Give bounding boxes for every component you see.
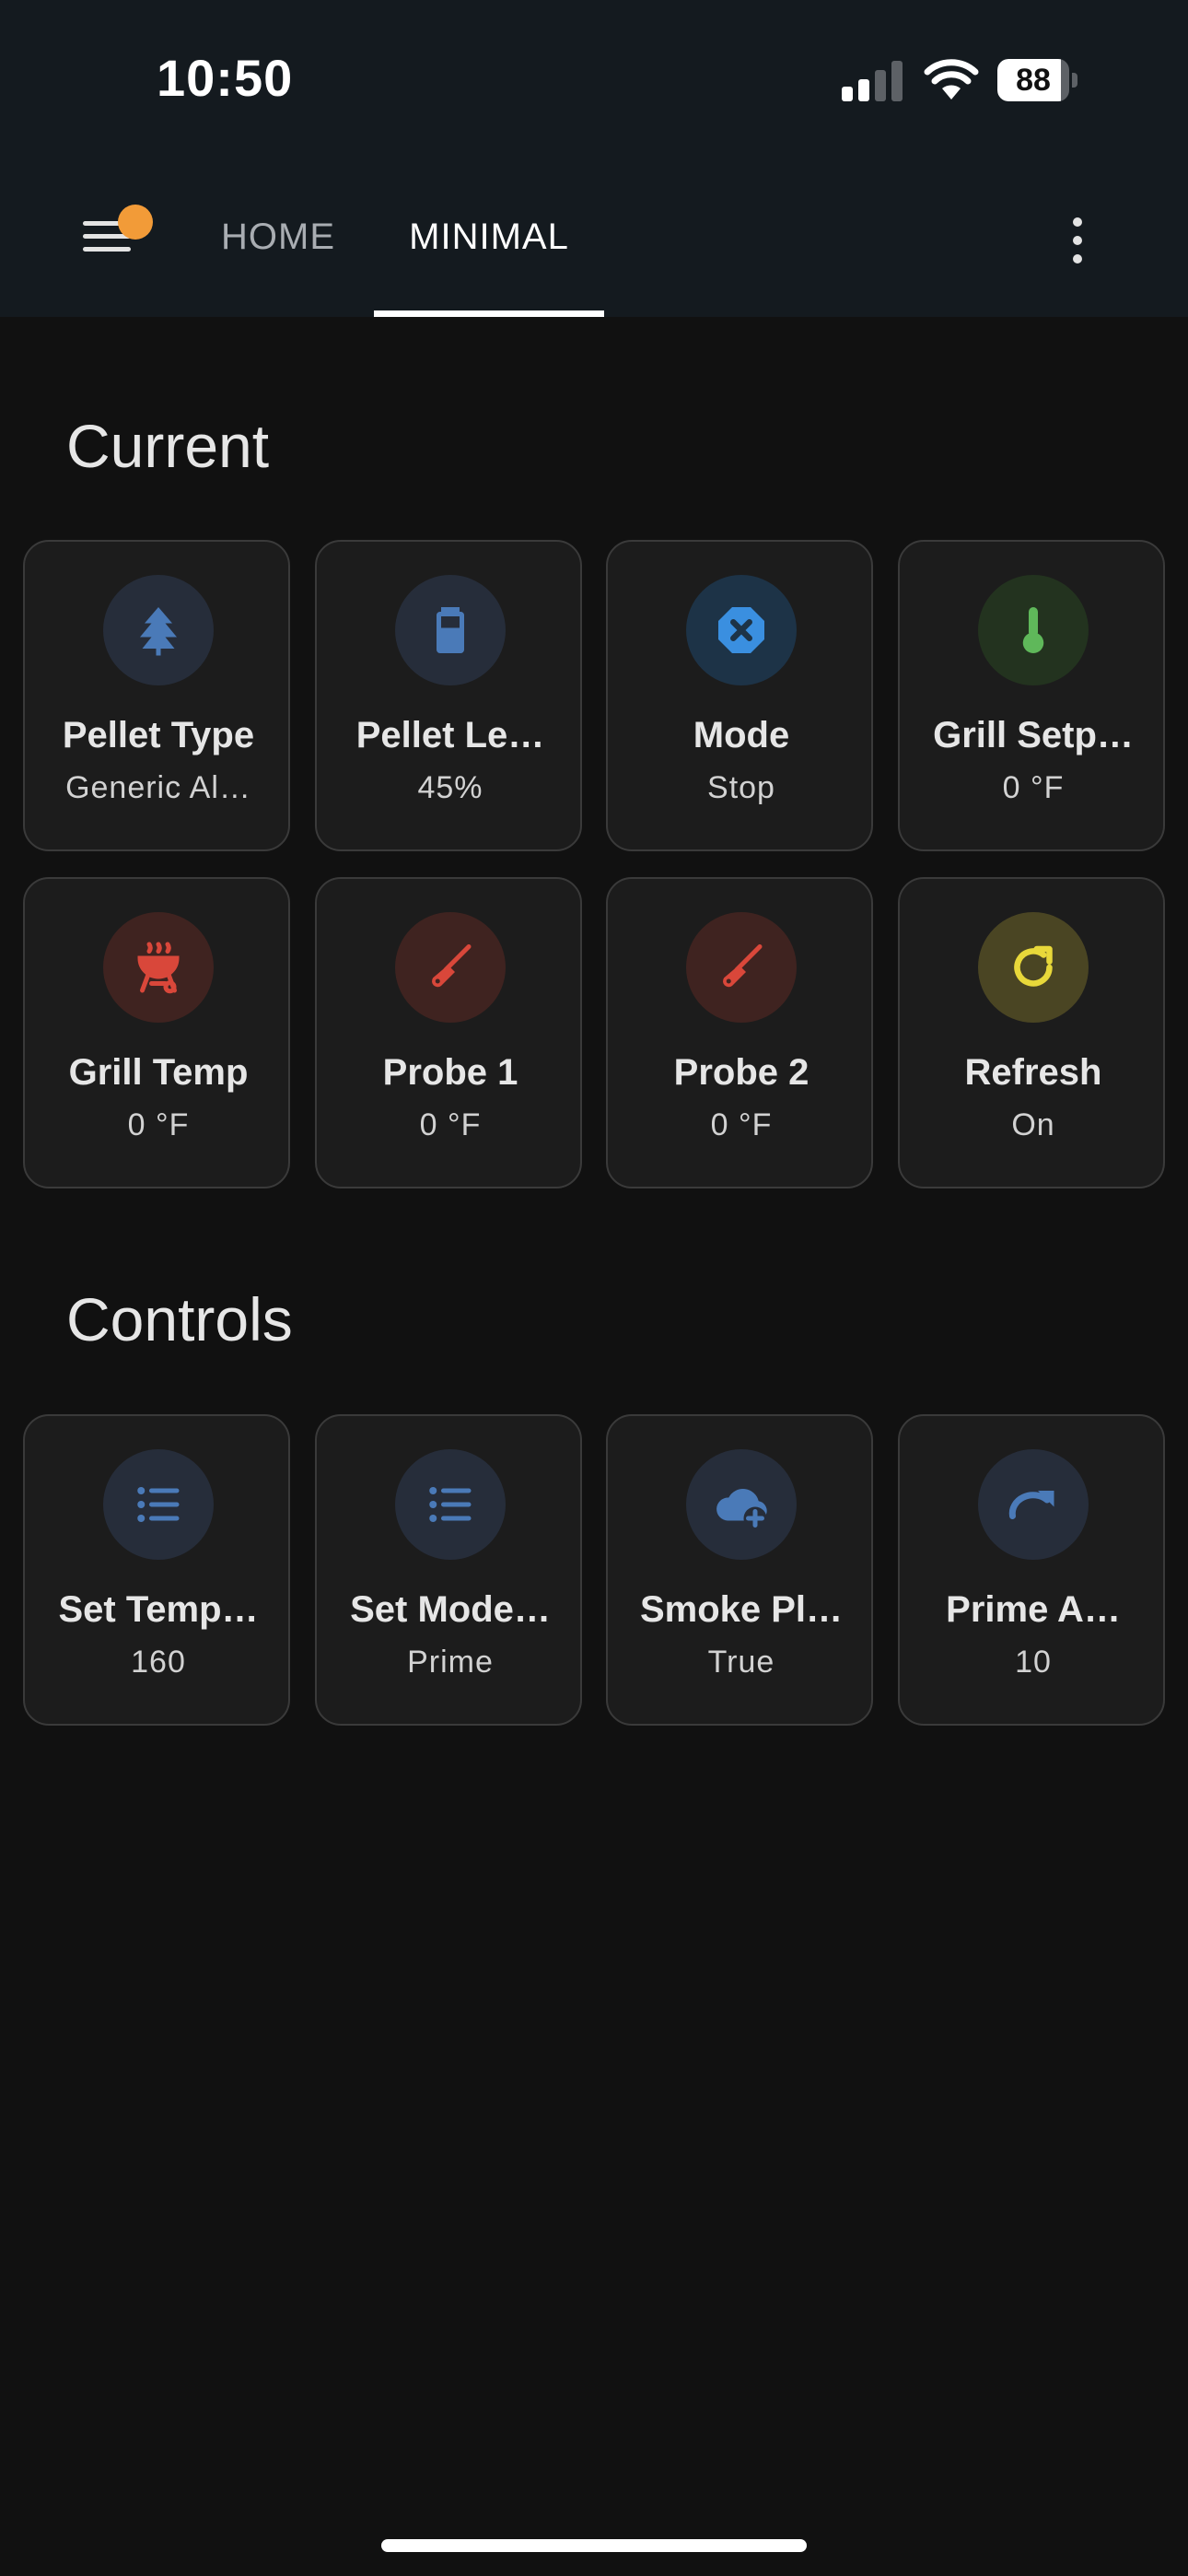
card-value: True: [707, 1645, 775, 1680]
wifi-icon: [924, 59, 979, 100]
cloud-plus-icon: [686, 1449, 797, 1560]
card-value: 45%: [417, 770, 483, 805]
card-name: Set Temp…: [58, 1589, 259, 1630]
card-value: 10: [1015, 1645, 1052, 1680]
menu-button[interactable]: [83, 205, 157, 267]
home-indicator: [381, 2539, 807, 2552]
pine-tree-icon: [103, 575, 214, 685]
card-name: Set Mode…: [350, 1589, 551, 1630]
more-options-button[interactable]: [1068, 217, 1087, 263]
more-vert-icon: [1073, 217, 1082, 227]
card-value: 0 °F: [710, 1107, 773, 1142]
card-value: On: [1011, 1107, 1055, 1142]
list-icon: [103, 1449, 214, 1560]
probe-icon: [686, 912, 797, 1023]
status-bar: 10:50 88: [0, 0, 1188, 157]
close-octagon-icon: [686, 575, 797, 685]
tab-minimal[interactable]: MINIMAL: [374, 157, 604, 317]
grill-icon: [103, 912, 214, 1023]
list-icon: [395, 1449, 506, 1560]
card-value: 0 °F: [419, 1107, 482, 1142]
sensor-card[interactable]: Pellet Le… 45%: [315, 540, 582, 851]
thermometer-icon: [978, 575, 1089, 685]
control-card[interactable]: Set Temp… 160: [23, 1414, 290, 1726]
card-value: Stop: [707, 770, 775, 805]
sensor-card[interactable]: Grill Temp 0 °F: [23, 877, 290, 1188]
refresh-icon: [978, 912, 1089, 1023]
sensor-card[interactable]: Refresh On: [898, 877, 1165, 1188]
section-title-controls: Controls: [66, 1285, 293, 1353]
card-name: Refresh: [964, 1052, 1102, 1093]
battery-indicator: 88: [997, 59, 1080, 101]
sensor-card[interactable]: Probe 1 0 °F: [315, 877, 582, 1188]
card-value: 160: [131, 1645, 186, 1680]
card-name: Grill Temp: [68, 1052, 249, 1093]
cellular-signal-icon: [842, 61, 903, 101]
card-value: Generic Al…: [65, 770, 251, 805]
active-tab-indicator: [374, 310, 604, 317]
battery-level: 88: [1016, 63, 1051, 98]
control-card[interactable]: Prime A… 10: [898, 1414, 1165, 1726]
sensor-card[interactable]: Probe 2 0 °F: [606, 877, 873, 1188]
redo-icon: [978, 1449, 1089, 1560]
sensor-card[interactable]: Pellet Type Generic Al…: [23, 540, 290, 851]
tab-home[interactable]: HOME: [221, 157, 334, 317]
status-time: 10:50: [157, 49, 294, 107]
card-value: 0 °F: [127, 1107, 190, 1142]
card-name: Probe 1: [382, 1052, 518, 1093]
probe-icon: [395, 912, 506, 1023]
control-card[interactable]: Set Mode… Prime: [315, 1414, 582, 1726]
sensor-card[interactable]: Grill Setp… 0 °F: [898, 540, 1165, 851]
card-name: Prime A…: [946, 1589, 1121, 1630]
card-value: 0 °F: [1002, 770, 1065, 805]
card-name: Grill Setp…: [933, 715, 1134, 755]
card-name: Probe 2: [673, 1052, 809, 1093]
control-card[interactable]: Smoke Pl… True: [606, 1414, 873, 1726]
card-name: Pellet Type: [62, 715, 255, 755]
card-value: Prime: [407, 1645, 494, 1680]
section-title-current: Current: [66, 412, 270, 480]
sensor-card[interactable]: Mode Stop: [606, 540, 873, 851]
card-name: Mode: [693, 715, 790, 755]
card-name: Smoke Pl…: [639, 1589, 844, 1630]
battery-icon: [395, 575, 506, 685]
card-name: Pellet Le…: [355, 715, 545, 755]
notification-badge: [118, 205, 153, 240]
